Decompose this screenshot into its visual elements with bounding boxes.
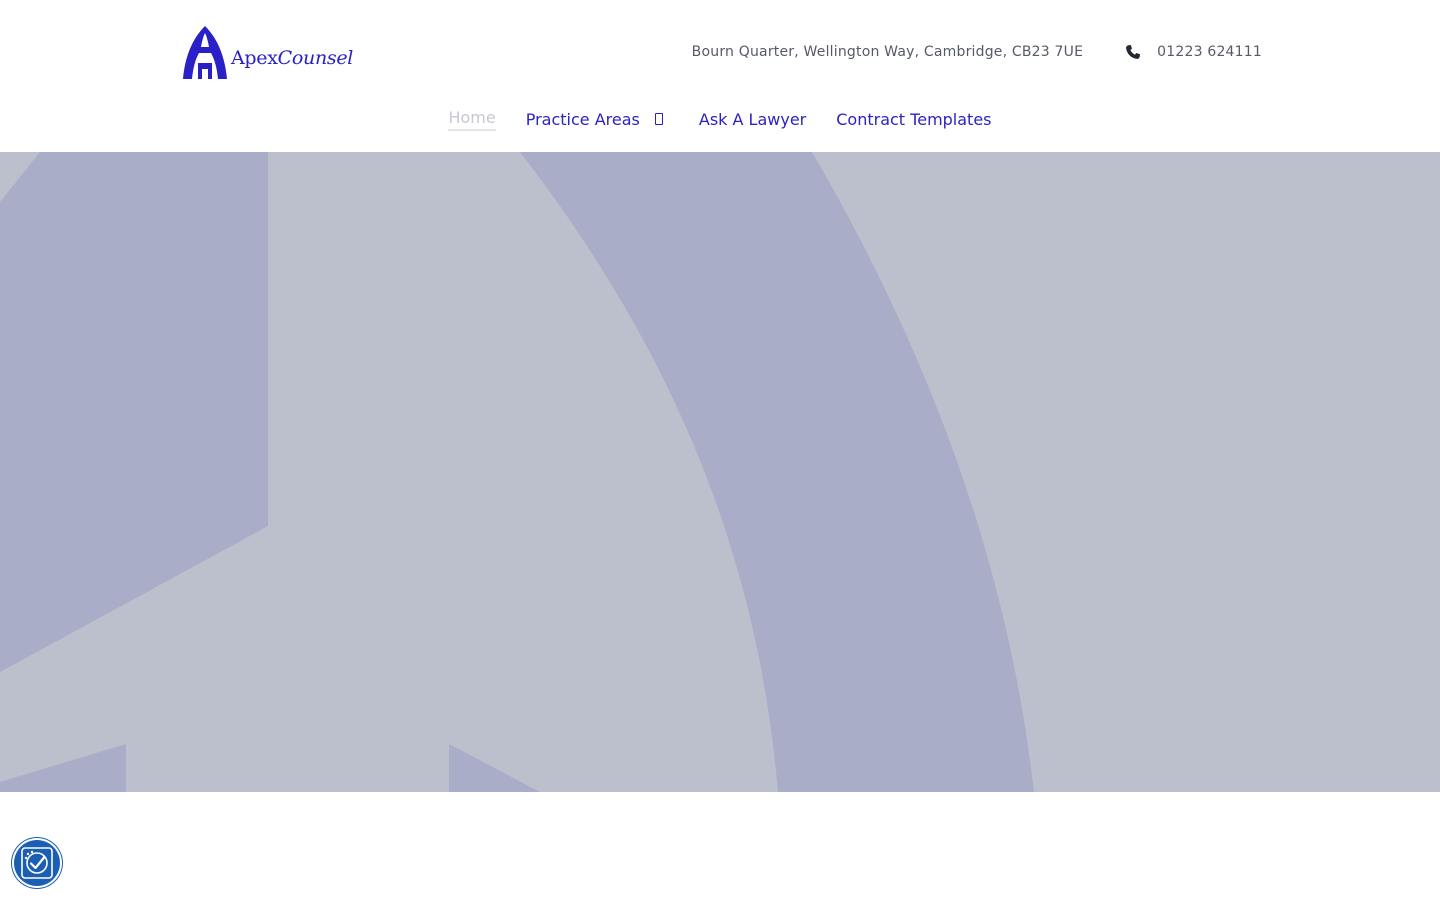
logo-mark-icon: [183, 26, 227, 79]
brand-logo[interactable]: ApexCounsel: [182, 25, 353, 80]
nav-item-home-label: Home: [448, 108, 496, 131]
address-text: Bourn Quarter, Wellington Way, Cambridge…: [691, 44, 1084, 60]
accessibility-icon: [21, 847, 53, 879]
hero-banner: [0, 152, 1440, 792]
nav-item-practice-areas-label: Practice Areas: [525, 109, 640, 129]
phone-icon: [1126, 45, 1141, 59]
contact-info: Bourn Quarter, Wellington Way, Cambridge…: [692, 44, 1262, 60]
brand-name-apex: Apex: [231, 47, 278, 69]
phone-link[interactable]: 01223 624111: [1157, 44, 1262, 60]
chevron-down-icon: [654, 113, 663, 125]
nav-item-practice-areas[interactable]: Practice Areas: [511, 105, 684, 133]
accessibility-button[interactable]: [14, 840, 60, 886]
nav-item-ask-a-lawyer[interactable]: Ask A Lawyer: [684, 105, 821, 133]
brand-name: ApexCounsel: [231, 47, 353, 69]
nav-item-contract-templates[interactable]: Contract Templates: [821, 105, 1006, 133]
main-navigation: Home Practice Areas Ask A Lawyer Contrac…: [0, 105, 1440, 133]
nav-item-contract-templates-label: Contract Templates: [836, 109, 992, 129]
nav-item-home[interactable]: Home: [433, 105, 510, 133]
site-header: ApexCounsel Bourn Quarter, Wellington Wa…: [0, 0, 1440, 152]
brand-name-counsel: Counsel: [277, 47, 354, 69]
nav-item-ask-a-lawyer-label: Ask A Lawyer: [698, 109, 807, 129]
hero-watermark-logo: [0, 152, 1034, 792]
